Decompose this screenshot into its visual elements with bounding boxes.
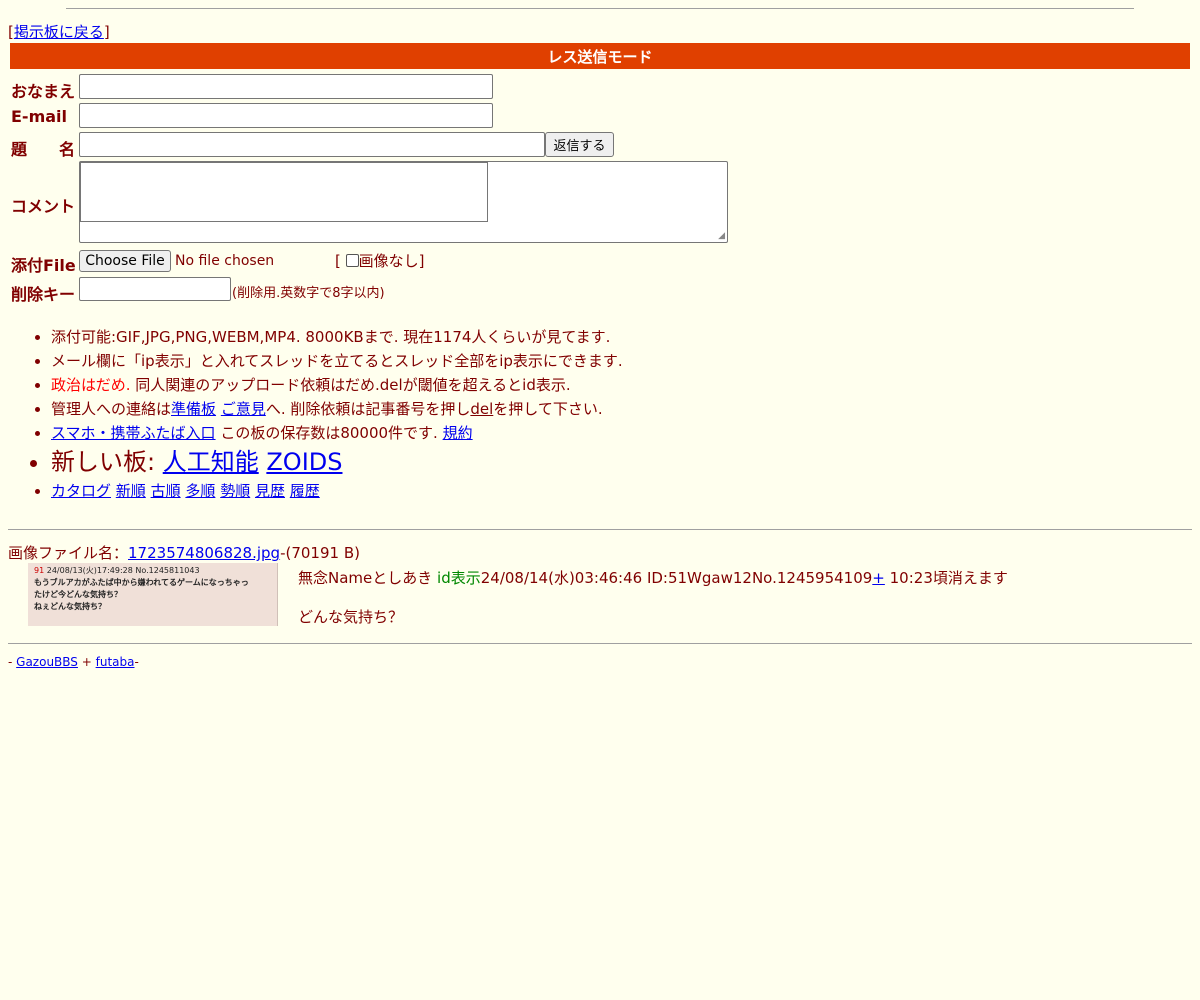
poster-name: 無念Nameとしあき <box>298 569 438 587</box>
post-header: 無念Nameとしあき id表示24/08/14(水)03:46:46 ID:51… <box>298 567 1008 588</box>
board-rules-list: 添付可能:GIF,JPG,PNG,WEBM,MP4. 8000KBまで. 現在1… <box>26 325 623 503</box>
post-thumbnail[interactable]: 91 24/08/13(火)17:49:28 No.1245811043 もうブ… <box>28 563 278 626</box>
post-history-link[interactable]: 履歴 <box>290 482 320 500</box>
comment-textarea[interactable]: ◢ <box>79 161 728 243</box>
section-divider <box>8 529 1192 530</box>
new-board-zoids-link[interactable]: ZOIDS <box>266 448 342 476</box>
catalog-nav-item: カタログ 新順 古順 多順 勢順 見歴 履歴 <box>51 479 623 503</box>
footer: - GazouBBS + futaba- <box>8 655 139 669</box>
name-label: おなまえ <box>11 82 76 101</box>
sort-new-link[interactable]: 新順 <box>116 482 146 500</box>
file-label: 添付File <box>11 256 76 275</box>
submit-reply-button[interactable]: 返信する <box>545 132 614 157</box>
post-body: どんな気持ち？ <box>298 608 404 626</box>
del-text: del <box>470 400 494 418</box>
post-image-link[interactable]: 1723574806828.jpg <box>128 544 280 562</box>
back-nav: [掲示板に戻る] <box>8 23 110 41</box>
no-image-label: 画像なし <box>358 252 419 270</box>
comment-inner-box <box>80 162 488 222</box>
sort-many-link[interactable]: 多順 <box>185 482 215 500</box>
top-divider <box>66 8 1134 9</box>
new-board-ai-link[interactable]: 人工知能 <box>163 448 259 476</box>
post-date-id: 24/08/14(水)03:46:46 ID:51Wgaw12No.124595… <box>480 569 873 587</box>
gazoubbs-link[interactable]: GazouBBS <box>16 655 78 669</box>
email-label: E-mail <box>11 107 68 126</box>
delete-key-note: (削除用.英数字で8字以内) <box>232 286 385 301</box>
post-file-info: 画像ファイル名：1723574806828.jpg-(70191 B) <box>8 544 360 562</box>
rule-item-attachments: 添付可能:GIF,JPG,PNG,WEBM,MP4. 8000KBまで. 現在1… <box>51 325 623 349</box>
prep-board-link[interactable]: 準備板 <box>171 400 216 418</box>
catalog-link[interactable]: カタログ <box>51 482 111 500</box>
rule-item-mobile: スマホ・携帯ふたば入口 この板の保存数は80000件です. 規約 <box>51 421 623 445</box>
mobile-entrance-link[interactable]: スマホ・携帯ふたば入口 <box>51 424 216 442</box>
file-status-text: No file chosen <box>175 253 275 269</box>
resize-handle-icon[interactable]: ◢ <box>718 232 725 241</box>
politics-warning: 政治はだめ. <box>51 376 131 394</box>
subject-input[interactable] <box>79 132 545 157</box>
sort-old-link[interactable]: 古順 <box>151 482 181 500</box>
email-input[interactable] <box>79 103 493 128</box>
name-input[interactable] <box>79 74 493 99</box>
no-image-checkbox[interactable] <box>345 254 359 267</box>
subject-label: 題 名 <box>11 140 76 159</box>
comment-label: コメント <box>11 197 76 216</box>
futaba-link[interactable]: futaba <box>96 655 135 669</box>
terms-link[interactable]: 規約 <box>443 424 473 442</box>
new-boards-item: 新しい板: 人工知能 ZOIDS <box>51 445 623 479</box>
back-to-board-link[interactable]: 掲示板に戻る <box>14 23 104 41</box>
id-display: id表示 <box>437 569 481 587</box>
feedback-link[interactable]: ご意見 <box>221 400 266 418</box>
delete-key-input[interactable] <box>79 277 231 301</box>
rule-item-ip-display: メール欄に「ip表示」と入れてスレッドを立てるとスレッド全部をip表示にできます… <box>51 349 623 373</box>
reply-mode-banner: レス送信モード <box>10 43 1190 69</box>
footer-divider <box>8 643 1192 644</box>
rule-item-contact: 管理人への連絡は準備板 ご意見へ. 削除依頼は記事番号を押しdelを押して下さい… <box>51 397 623 421</box>
sort-momentum-link[interactable]: 勢順 <box>220 482 250 500</box>
view-history-link[interactable]: 見歴 <box>255 482 285 500</box>
rule-item-prohibited: 政治はだめ. 同人関連のアップロード依頼はだめ.delが閾値を超えるとid表示. <box>51 373 623 397</box>
no-image-option: [ 画像なし] <box>335 252 425 270</box>
post-plus-link[interactable]: + <box>872 569 885 587</box>
choose-file-button[interactable]: Choose File <box>79 250 171 272</box>
post-expire-time: 10:23頃消えます <box>884 569 1008 587</box>
delete-key-label: 削除キー <box>11 285 76 304</box>
